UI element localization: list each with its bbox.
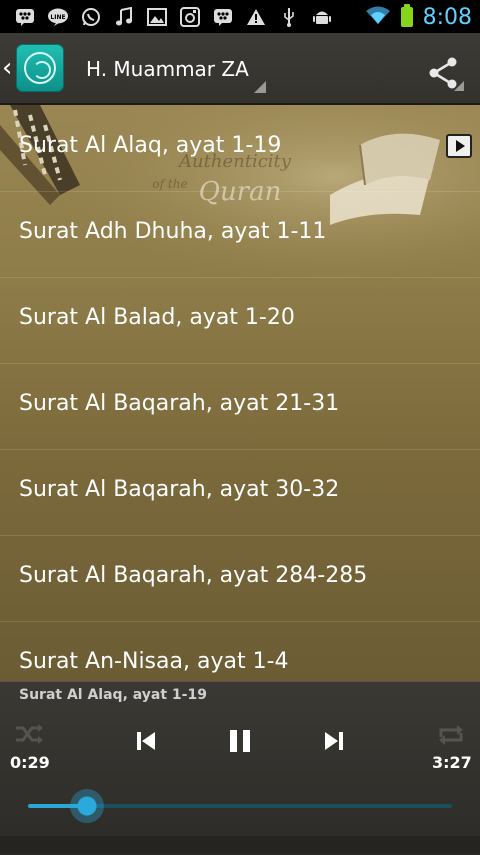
playlist-row[interactable]: Surat Al Baqarah, ayat 284-285 bbox=[0, 535, 480, 622]
action-bar: ‹ H. Muammar ZA bbox=[0, 33, 480, 105]
repeat-icon bbox=[439, 725, 463, 745]
battery-icon bbox=[400, 4, 413, 27]
overflow-caret-icon bbox=[454, 81, 464, 91]
playlist-row[interactable]: Surat Al Alaq, ayat 1-19 bbox=[0, 105, 480, 192]
wifi-icon bbox=[365, 5, 391, 29]
track-title: Surat Al Balad, ayat 1-20 bbox=[19, 305, 295, 330]
play-indicator-icon[interactable] bbox=[446, 134, 472, 158]
spinner-caret-icon bbox=[254, 81, 266, 93]
svg-text:LINE: LINE bbox=[50, 14, 65, 21]
status-right: 8:08 bbox=[365, 4, 472, 30]
shuffle-icon bbox=[16, 724, 43, 744]
status-bar: LINE 8:08 bbox=[0, 0, 480, 33]
track-title: Surat Al Alaq, ayat 1-19 bbox=[19, 133, 282, 158]
reciter-title[interactable]: H. Muammar ZA bbox=[86, 57, 249, 81]
line-icon: LINE bbox=[47, 7, 69, 27]
media-player: Surat Al Alaq, ayat 1-19 0:29 3:27 bbox=[0, 681, 480, 855]
playlist-row[interactable]: Surat Al Balad, ayat 1-20 bbox=[0, 277, 480, 364]
warning-icon bbox=[245, 7, 267, 27]
back-chevron-icon[interactable]: ‹ bbox=[2, 55, 12, 81]
bbm-icon bbox=[14, 7, 36, 27]
playlist-row[interactable]: Surat Al Baqarah, ayat 30-32 bbox=[0, 449, 480, 536]
track-title: Surat An-Nisaa, ayat 1-4 bbox=[19, 649, 289, 674]
pause-button[interactable] bbox=[224, 725, 256, 757]
whatsapp-icon bbox=[80, 7, 102, 27]
instagram-icon bbox=[179, 7, 201, 27]
android-debug-icon bbox=[311, 7, 333, 27]
shuffle-button[interactable] bbox=[14, 722, 44, 746]
music-note-icon bbox=[113, 7, 135, 27]
notification-icons: LINE bbox=[14, 6, 333, 28]
image-icon bbox=[146, 7, 168, 27]
bbm-icon bbox=[212, 7, 234, 27]
track-title: Surat Al Baqarah, ayat 21-31 bbox=[19, 391, 340, 416]
now-playing-title: Surat Al Alaq, ayat 1-19 bbox=[19, 687, 207, 703]
app-logo-icon[interactable] bbox=[16, 44, 64, 92]
track-title: Surat Al Baqarah, ayat 30-32 bbox=[19, 477, 340, 502]
skip-previous-icon bbox=[137, 732, 155, 750]
track-title: Surat Al Baqarah, ayat 284-285 bbox=[19, 563, 368, 588]
total-duration: 3:27 bbox=[432, 753, 472, 772]
track-title: Surat Adh Dhuha, ayat 1-11 bbox=[19, 219, 327, 244]
repeat-button[interactable] bbox=[436, 722, 466, 748]
usb-icon bbox=[278, 7, 300, 27]
seek-thumb[interactable] bbox=[70, 789, 105, 823]
elapsed-time: 0:29 bbox=[10, 753, 50, 772]
playlist-row[interactable]: Surat Adh Dhuha, ayat 1-11 bbox=[0, 191, 480, 278]
pause-icon bbox=[230, 730, 250, 752]
clock: 8:08 bbox=[422, 4, 472, 30]
bottom-edge bbox=[0, 836, 480, 854]
previous-button[interactable] bbox=[132, 727, 160, 755]
playlist[interactable]: Authenticity of the Quran Surat Al Alaq,… bbox=[0, 105, 480, 681]
skip-next-icon bbox=[325, 732, 343, 750]
next-button[interactable] bbox=[320, 727, 348, 755]
playlist-row[interactable]: Surat Al Baqarah, ayat 21-31 bbox=[0, 363, 480, 450]
playlist-row[interactable]: Surat An-Nisaa, ayat 1-4 bbox=[0, 621, 480, 681]
